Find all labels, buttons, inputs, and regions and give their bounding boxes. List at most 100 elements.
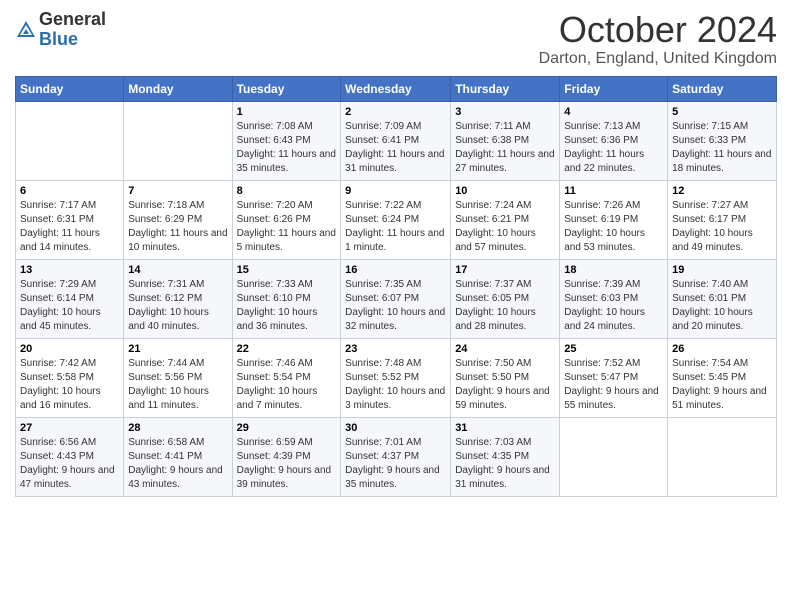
day-cell: 17Sunrise: 7:37 AMSunset: 6:05 PMDayligh… bbox=[451, 259, 560, 338]
day-cell: 20 Sunrise: 7:42 AMSunset: 5:58 PMDayligh… bbox=[16, 338, 124, 417]
day-cell: 8Sunrise: 7:20 AMSunset: 6:26 PMDaylight… bbox=[232, 180, 341, 259]
day-info: Sunrise: 6:58 AMSunset: 4:41 PMDaylight:… bbox=[128, 436, 227, 492]
logo-general-text: General bbox=[39, 9, 106, 29]
day-cell: 15 Sunrise: 7:33 AMSunset: 6:10 PMDayligh… bbox=[232, 259, 341, 338]
calendar-header: SundayMondayTuesdayWednesdayThursdayFrid… bbox=[16, 76, 777, 101]
logo-text: General Blue bbox=[39, 10, 106, 50]
day-info: Sunrise: 7:48 AMSunset: 5:52 PMDaylight:… bbox=[345, 357, 446, 413]
day-cell bbox=[668, 417, 777, 496]
day-info: Sunrise: 7:24 AMSunset: 6:21 PMDaylight:… bbox=[455, 199, 555, 255]
day-info: Sunrise: 7:18 AMSunset: 6:29 PMDaylight:… bbox=[128, 199, 227, 255]
month-title: October 2024 bbox=[539, 10, 777, 50]
day-cell: 10 Sunrise: 7:24 AMSunset: 6:21 PMDayligh… bbox=[451, 180, 560, 259]
day-info: Sunrise: 7:03 AMSunset: 4:35 PMDaylight:… bbox=[455, 436, 555, 492]
day-number: 27 bbox=[20, 422, 119, 434]
day-cell: 22 Sunrise: 7:46 AMSunset: 5:54 PMDayligh… bbox=[232, 338, 341, 417]
day-cell: 6 Sunrise: 7:17 AMSunset: 6:31 PMDaylight… bbox=[16, 180, 124, 259]
day-info: Sunrise: 6:59 AMSunset: 4:39 PMDaylight:… bbox=[237, 436, 337, 492]
day-number: 20 bbox=[20, 343, 119, 355]
day-cell bbox=[124, 101, 232, 180]
day-number: 12 bbox=[672, 185, 772, 197]
day-info: Sunrise: 7:31 AMSunset: 6:12 PMDaylight:… bbox=[128, 278, 227, 334]
day-number: 4 bbox=[564, 106, 663, 118]
day-info: Sunrise: 7:52 AMSunset: 5:47 PMDaylight:… bbox=[564, 357, 663, 413]
day-info: Sunrise: 7:33 AMSunset: 6:10 PMDaylight:… bbox=[237, 278, 337, 334]
title-block: October 2024 Darton, England, United Kin… bbox=[539, 10, 777, 68]
day-info: Sunrise: 7:44 AMSunset: 5:56 PMDaylight:… bbox=[128, 357, 227, 413]
day-number: 9 bbox=[345, 185, 446, 197]
day-info: Sunrise: 7:17 AMSunset: 6:31 PMDaylight:… bbox=[20, 199, 119, 255]
day-cell: 23Sunrise: 7:48 AMSunset: 5:52 PMDayligh… bbox=[341, 338, 451, 417]
day-cell: 12 Sunrise: 7:27 AMSunset: 6:17 PMDayligh… bbox=[668, 180, 777, 259]
day-number: 22 bbox=[237, 343, 337, 355]
day-number: 16 bbox=[345, 264, 446, 276]
weekday-header-friday: Friday bbox=[560, 76, 668, 101]
day-cell: 31 Sunrise: 7:03 AMSunset: 4:35 PMDayligh… bbox=[451, 417, 560, 496]
day-cell: 7 Sunrise: 7:18 AMSunset: 6:29 PMDaylight… bbox=[124, 180, 232, 259]
day-info: Sunrise: 7:46 AMSunset: 5:54 PMDaylight:… bbox=[237, 357, 337, 413]
day-info: Sunrise: 7:22 AMSunset: 6:24 PMDaylight:… bbox=[345, 199, 446, 255]
day-info: Sunrise: 7:08 AMSunset: 6:43 PMDaylight:… bbox=[237, 120, 337, 176]
weekday-header-tuesday: Tuesday bbox=[232, 76, 341, 101]
day-info: Sunrise: 7:39 AMSunset: 6:03 PMDaylight:… bbox=[564, 278, 663, 334]
day-cell: 21 Sunrise: 7:44 AMSunset: 5:56 PMDayligh… bbox=[124, 338, 232, 417]
day-info: Sunrise: 7:29 AMSunset: 6:14 PMDaylight:… bbox=[20, 278, 119, 334]
calendar: SundayMondayTuesdayWednesdayThursdayFrid… bbox=[15, 76, 777, 497]
day-number: 21 bbox=[128, 343, 227, 355]
day-number: 1 bbox=[237, 106, 337, 118]
day-number: 13 bbox=[20, 264, 119, 276]
page: General Blue October 2024 Darton, Englan… bbox=[0, 0, 792, 507]
weekday-header-monday: Monday bbox=[124, 76, 232, 101]
header: General Blue October 2024 Darton, Englan… bbox=[15, 10, 777, 68]
day-cell: 29 Sunrise: 6:59 AMSunset: 4:39 PMDayligh… bbox=[232, 417, 341, 496]
week-row-1: 1 Sunrise: 7:08 AMSunset: 6:43 PMDaylight… bbox=[16, 101, 777, 180]
day-number: 7 bbox=[128, 185, 227, 197]
weekday-header-wednesday: Wednesday bbox=[341, 76, 451, 101]
day-cell: 14 Sunrise: 7:31 AMSunset: 6:12 PMDayligh… bbox=[124, 259, 232, 338]
day-number: 5 bbox=[672, 106, 772, 118]
day-cell: 26Sunrise: 7:54 AMSunset: 5:45 PMDayligh… bbox=[668, 338, 777, 417]
day-info: Sunrise: 7:54 AMSunset: 5:45 PMDaylight:… bbox=[672, 357, 772, 413]
day-cell: 11Sunrise: 7:26 AMSunset: 6:19 PMDayligh… bbox=[560, 180, 668, 259]
day-info: Sunrise: 7:11 AMSunset: 6:38 PMDaylight:… bbox=[455, 120, 555, 176]
day-cell: 13 Sunrise: 7:29 AMSunset: 6:14 PMDayligh… bbox=[16, 259, 124, 338]
day-cell bbox=[16, 101, 124, 180]
logo-blue-text: Blue bbox=[39, 29, 78, 49]
day-number: 10 bbox=[455, 185, 555, 197]
calendar-body: 1 Sunrise: 7:08 AMSunset: 6:43 PMDaylight… bbox=[16, 101, 777, 496]
day-number: 8 bbox=[237, 185, 337, 197]
day-cell: 24Sunrise: 7:50 AMSunset: 5:50 PMDayligh… bbox=[451, 338, 560, 417]
week-row-3: 13 Sunrise: 7:29 AMSunset: 6:14 PMDayligh… bbox=[16, 259, 777, 338]
day-number: 15 bbox=[237, 264, 337, 276]
day-number: 2 bbox=[345, 106, 446, 118]
day-number: 29 bbox=[237, 422, 337, 434]
logo-icon bbox=[15, 19, 37, 41]
day-number: 18 bbox=[564, 264, 663, 276]
day-number: 30 bbox=[345, 422, 446, 434]
day-cell bbox=[560, 417, 668, 496]
day-number: 6 bbox=[20, 185, 119, 197]
day-info: Sunrise: 7:01 AMSunset: 4:37 PMDaylight:… bbox=[345, 436, 446, 492]
day-cell: 2Sunrise: 7:09 AMSunset: 6:41 PMDaylight… bbox=[341, 101, 451, 180]
day-cell: 27 Sunrise: 6:56 AMSunset: 4:43 PMDayligh… bbox=[16, 417, 124, 496]
day-info: Sunrise: 7:27 AMSunset: 6:17 PMDaylight:… bbox=[672, 199, 772, 255]
week-row-5: 27 Sunrise: 6:56 AMSunset: 4:43 PMDayligh… bbox=[16, 417, 777, 496]
day-info: Sunrise: 6:56 AMSunset: 4:43 PMDaylight:… bbox=[20, 436, 119, 492]
day-cell: 16 Sunrise: 7:35 AMSunset: 6:07 PMDayligh… bbox=[341, 259, 451, 338]
location: Darton, England, United Kingdom bbox=[539, 50, 777, 68]
day-number: 14 bbox=[128, 264, 227, 276]
day-info: Sunrise: 7:37 AMSunset: 6:05 PMDaylight:… bbox=[455, 278, 555, 334]
day-number: 25 bbox=[564, 343, 663, 355]
day-info: Sunrise: 7:42 AMSunset: 5:58 PMDaylight:… bbox=[20, 357, 119, 413]
weekday-header-thursday: Thursday bbox=[451, 76, 560, 101]
day-cell: 9 Sunrise: 7:22 AMSunset: 6:24 PMDaylight… bbox=[341, 180, 451, 259]
day-number: 31 bbox=[455, 422, 555, 434]
week-row-4: 20 Sunrise: 7:42 AMSunset: 5:58 PMDayligh… bbox=[16, 338, 777, 417]
weekday-header-saturday: Saturday bbox=[668, 76, 777, 101]
day-cell: 28 Sunrise: 6:58 AMSunset: 4:41 PMDayligh… bbox=[124, 417, 232, 496]
day-info: Sunrise: 7:35 AMSunset: 6:07 PMDaylight:… bbox=[345, 278, 446, 334]
day-number: 28 bbox=[128, 422, 227, 434]
day-info: Sunrise: 7:40 AMSunset: 6:01 PMDaylight:… bbox=[672, 278, 772, 334]
day-cell: 30 Sunrise: 7:01 AMSunset: 4:37 PMDayligh… bbox=[341, 417, 451, 496]
weekday-header-sunday: Sunday bbox=[16, 76, 124, 101]
